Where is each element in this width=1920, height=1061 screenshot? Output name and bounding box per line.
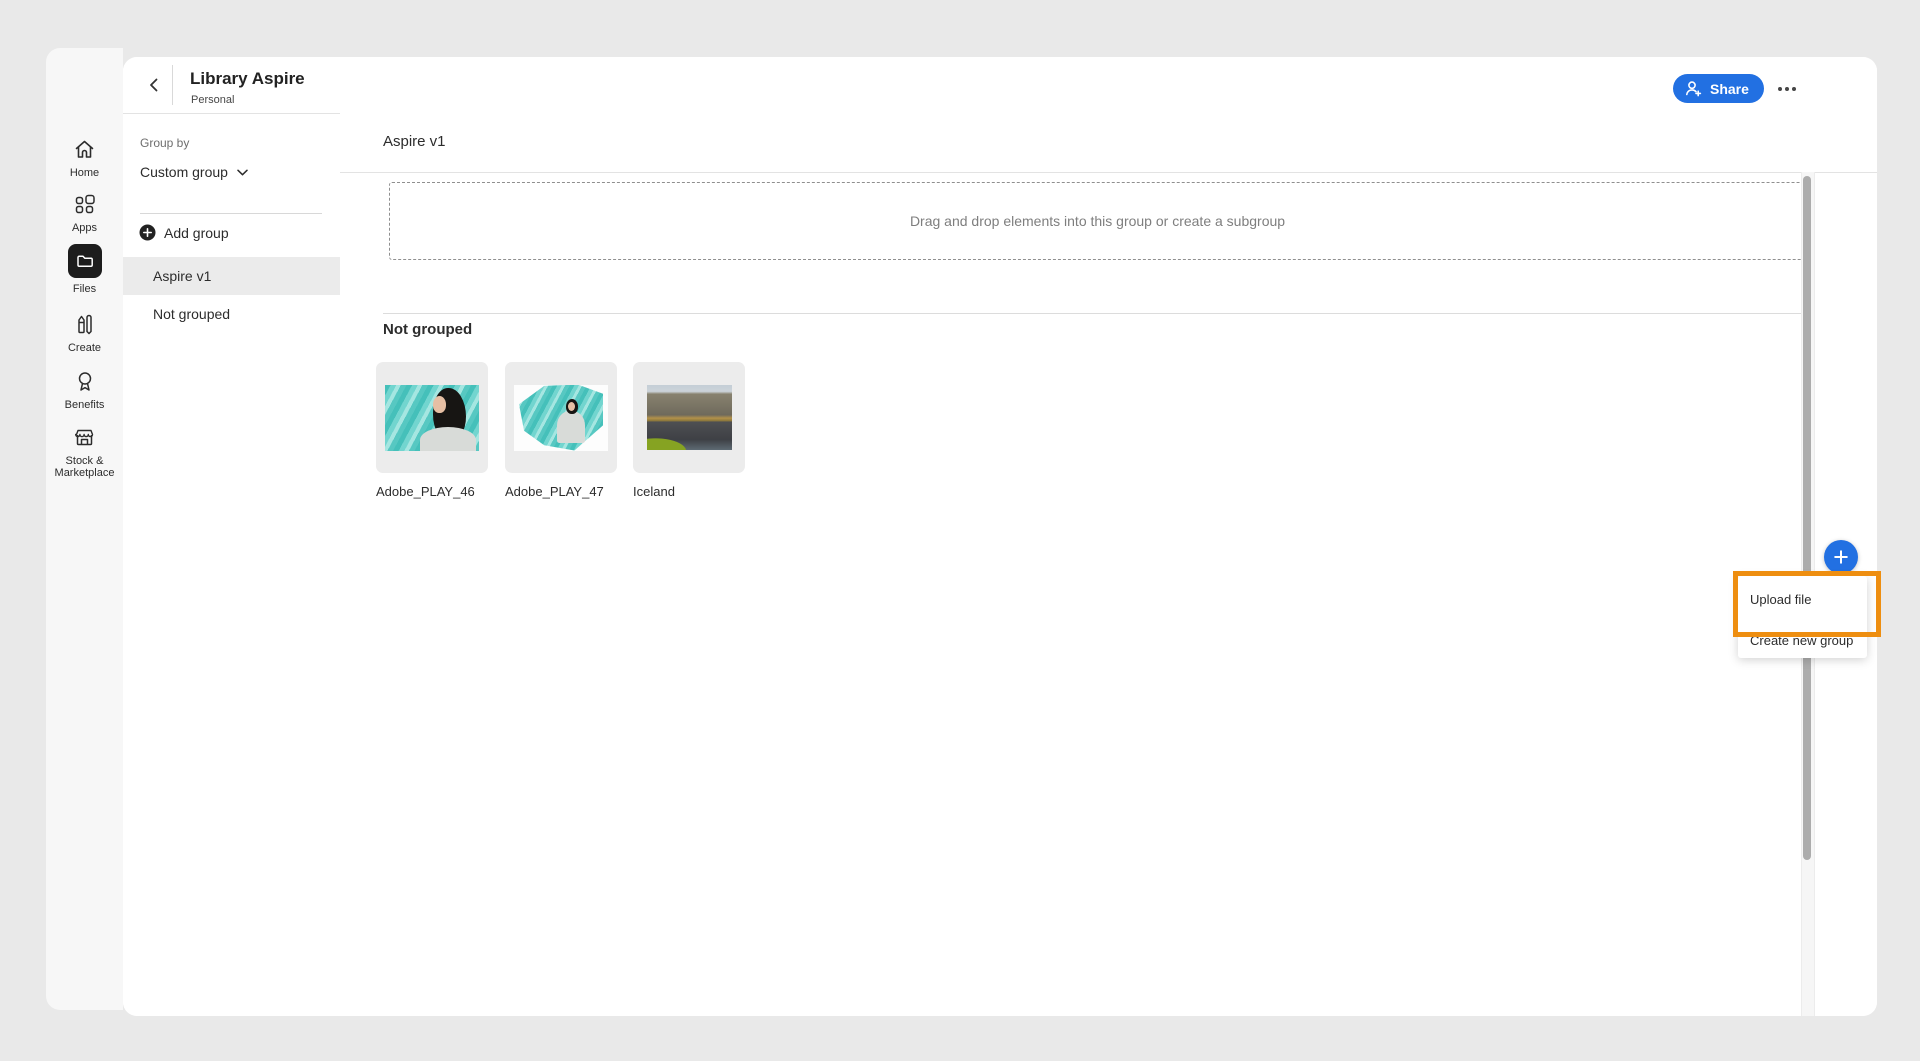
sidebar-item-home[interactable]: Home <box>46 136 123 179</box>
section-title: Aspire v1 <box>383 133 446 150</box>
panel-divider <box>140 213 322 214</box>
folder-icon <box>76 252 94 270</box>
drag-drop-zone[interactable]: Drag and drop elements into this group o… <box>389 182 1806 260</box>
benefits-icon <box>46 368 123 394</box>
file-card-iceland[interactable] <box>633 362 745 473</box>
page-subtitle: Personal <box>191 94 234 106</box>
files-active-tile <box>68 244 102 278</box>
share-button[interactable]: Share <box>1673 74 1764 103</box>
file-name: Adobe_PLAY_47 <box>505 484 604 499</box>
chevron-left-icon <box>148 77 160 93</box>
group-mode-dropdown[interactable]: Custom group <box>140 164 248 180</box>
group-item-label: Aspire v1 <box>153 268 211 284</box>
file-name: Iceland <box>633 484 675 499</box>
library-window: Library Aspire Personal Share Group by C <box>123 57 1877 1016</box>
group-list: Aspire v1 Not grouped <box>123 257 340 333</box>
left-nav-rail: Home Apps Files <box>46 48 123 1010</box>
scrollbar-thumb[interactable] <box>1803 176 1811 860</box>
menu-item-upload-file[interactable]: Upload file <box>1738 576 1867 622</box>
sidebar-item-files[interactable]: Files <box>46 244 123 295</box>
file-card-adobe-play-47[interactable] <box>505 362 617 473</box>
sidebar-item-apps[interactable]: Apps <box>46 191 123 234</box>
not-grouped-heading: Not grouped <box>383 321 472 338</box>
group-mode-value: Custom group <box>140 164 228 180</box>
add-group-button[interactable]: Add group <box>139 224 229 241</box>
invite-person-icon <box>1684 79 1703 98</box>
header-divider <box>172 65 173 105</box>
add-content-menu: Upload file Create new group <box>1738 576 1867 658</box>
menu-item-create-new-group[interactable]: Create new group <box>1738 622 1867 658</box>
group-item-not-grouped[interactable]: Not grouped <box>123 295 340 333</box>
menu-item-label: Create new group <box>1750 633 1853 648</box>
create-icon <box>46 311 123 337</box>
sidebar-item-label: Benefits <box>46 399 123 411</box>
sidebar-item-label: Files <box>46 283 123 295</box>
group-item-label: Not grouped <box>153 306 230 322</box>
apps-icon <box>46 191 123 217</box>
ellipsis-icon <box>1778 87 1782 91</box>
group-by-label: Group by <box>140 136 189 150</box>
thumbnail-image <box>514 385 608 451</box>
share-button-label: Share <box>1710 81 1749 97</box>
file-name: Adobe_PLAY_46 <box>376 484 475 499</box>
back-button[interactable] <box>141 72 167 98</box>
menu-item-label: Upload file <box>1750 592 1811 607</box>
more-options-button[interactable] <box>1773 79 1801 99</box>
sidebar-item-label: Home <box>46 167 123 179</box>
add-content-fab[interactable] <box>1824 540 1858 574</box>
add-group-label: Add group <box>164 225 229 241</box>
section-header: Aspire v1 <box>340 113 1877 173</box>
plus-icon <box>1833 549 1849 565</box>
plus-circle-icon <box>139 224 156 241</box>
sidebar-item-benefits[interactable]: Benefits <box>46 368 123 411</box>
group-item-aspire-v1[interactable]: Aspire v1 <box>123 257 340 295</box>
library-content: Aspire v1 Drag and drop elements into th… <box>340 113 1877 1016</box>
library-header: Library Aspire Personal Share <box>123 57 1877 114</box>
file-card-adobe-play-46[interactable] <box>376 362 488 473</box>
content-divider <box>383 313 1815 314</box>
sidebar-item-label: Stock & Marketplace <box>46 455 123 479</box>
thumbnail-image <box>385 385 479 451</box>
page-title: Library Aspire <box>190 69 305 89</box>
sidebar-item-label: Create <box>46 342 123 354</box>
group-sidebar: Group by Custom group Add group Aspire v… <box>123 114 341 1016</box>
drag-drop-text: Drag and drop elements into this group o… <box>910 213 1285 229</box>
sidebar-item-create[interactable]: Create <box>46 311 123 354</box>
chevron-down-icon <box>237 169 248 176</box>
sidebar-item-label: Apps <box>46 222 123 234</box>
sidebar-item-stock-marketplace[interactable]: Stock & Marketplace <box>46 424 123 479</box>
home-icon <box>46 136 123 162</box>
storefront-icon <box>46 424 123 450</box>
adobe-libraries-page: Home Apps Files <box>0 0 1920 1061</box>
thumbnail-image <box>647 385 732 450</box>
